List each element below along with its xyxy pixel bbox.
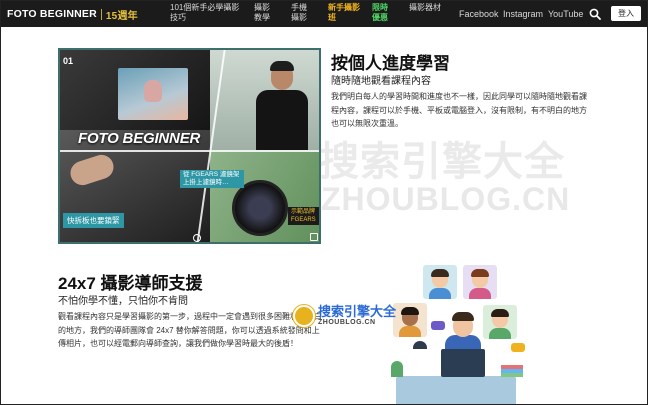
- student-hair: [452, 312, 474, 321]
- section1-subtitle: 隨時隨地觀看課程內容: [331, 76, 431, 87]
- desk: [396, 376, 516, 404]
- collage-divider-horizontal: [60, 150, 319, 152]
- image-caption-left: 快拆板也要鎖緊: [63, 213, 124, 228]
- nav-item-photo-tutorials[interactable]: 攝影教學: [254, 3, 272, 23]
- laptop-icon: [441, 349, 485, 377]
- image-caption-center: 從 FGEARS 濾鏡架上掛上濾鏡時…: [180, 170, 244, 188]
- video-tile-avatar: [483, 305, 517, 339]
- lamp-icon: [413, 341, 427, 349]
- logo-text: FOTO BEGINNER: [7, 8, 97, 20]
- search-icon[interactable]: [589, 8, 601, 20]
- logo-anniversary: 15週年: [105, 10, 138, 22]
- site-logo[interactable]: FOTO BEGINNER 15週年: [7, 7, 138, 22]
- video-tile-avatar: [423, 265, 457, 299]
- video-tile-avatar: [393, 303, 427, 337]
- instructor-shirt: [256, 90, 308, 150]
- nav-item-mobile-photography[interactable]: 手機攝影: [291, 3, 309, 23]
- top-nav: FOTO BEGINNER 15週年 101個新手必學攝影技巧 攝影教學 手機攝…: [1, 1, 647, 27]
- section1-title: 按個人進度學習: [331, 54, 450, 73]
- nav-link-youtube[interactable]: YouTube: [548, 1, 583, 27]
- nav-link-instagram[interactable]: Instagram: [503, 1, 543, 27]
- instructor-hair: [270, 61, 294, 71]
- plant-icon: [391, 361, 403, 377]
- watermark-logo-cn: 搜索引擎大全: [318, 304, 397, 319]
- image-caption-right: 示範品牌 FGEARS: [288, 207, 319, 225]
- watermark-text: 搜索引擎大全: [319, 140, 565, 184]
- tutor-support-illustration: [361, 263, 551, 404]
- image-brand-text: FOTO BEGINNER: [78, 130, 201, 147]
- nav-link-facebook[interactable]: Facebook: [459, 1, 499, 27]
- section2-subtitle: 不怕你學不懂，只怕你不肯問: [58, 296, 188, 307]
- chat-bubble-icon: [431, 321, 445, 330]
- nav-item-limited-offer[interactable]: 限時優惠: [372, 3, 390, 23]
- lens: [232, 180, 288, 236]
- logo-divider: [100, 8, 102, 20]
- nav-item-101-tips[interactable]: 101個新手必學攝影技巧: [170, 3, 246, 23]
- chat-bubble-icon: [511, 343, 525, 352]
- watermark-url: ZHOUBLOG.CN: [321, 181, 571, 217]
- watermark-logo-icon: [293, 305, 315, 327]
- login-button[interactable]: 登入: [611, 6, 641, 21]
- books-icon: [501, 365, 523, 377]
- watermark-logo: 搜索引擎大全 ZHOUBLOG.CN: [293, 305, 396, 327]
- nav-item-photo-gear[interactable]: 攝影器材: [409, 3, 449, 13]
- page: FOTO BEGINNER 15週年 101個新手必學攝影技巧 攝影教學 手機攝…: [0, 0, 648, 405]
- toy-bear: [144, 80, 162, 102]
- expand-icon: [310, 233, 318, 241]
- image-number: 01: [63, 56, 74, 66]
- course-preview-image: 01 FOTO BEGINNER 快拆板也要鎖緊 從 FGEARS 濾鏡架上掛上…: [58, 48, 321, 244]
- video-tile-avatar: [463, 265, 497, 299]
- section1-paragraph: 我們明白每人的學習時間和進度也不一樣，因此同學可以隨時隨地觀看課程內容，課程可以…: [331, 92, 587, 128]
- watermark-logo-en: ZHOUBLOG.CN: [318, 319, 376, 326]
- circle-icon: [193, 234, 201, 242]
- nav-item-beginner-class[interactable]: 新手攝影班: [328, 3, 362, 23]
- section2-title: 24x7 攝影導師支援: [58, 274, 203, 293]
- section2-paragraph: 觀看課程內容只是學習攝影的第一步，過程中一定會遇到很多困難和不明白的地方，我們的…: [58, 312, 322, 348]
